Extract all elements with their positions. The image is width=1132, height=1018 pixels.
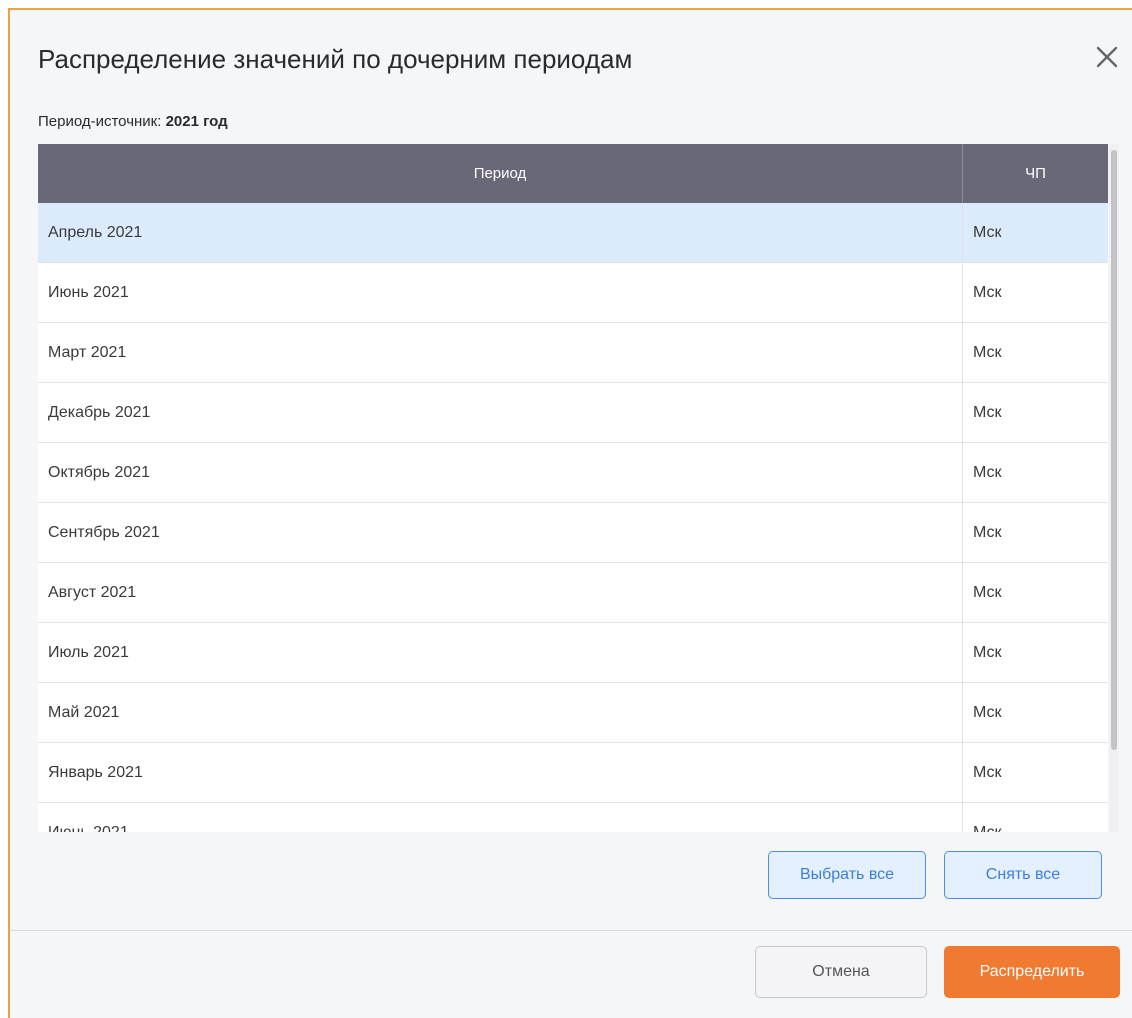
grid-header: Период ЧП [38, 144, 1108, 203]
table-row[interactable]: Апрель 2021 Мск [38, 203, 1108, 263]
distribute-button[interactable]: Распределить [944, 946, 1120, 998]
cancel-button[interactable]: Отмена [755, 946, 927, 998]
column-header-cp[interactable]: ЧП [963, 144, 1108, 203]
table-row[interactable]: Март 2021 Мск [38, 323, 1108, 383]
source-period: Период-источник: 2021 год [38, 113, 228, 130]
cell-cp: Мск [973, 583, 1002, 601]
cell-cp: Мск [973, 823, 1002, 833]
table-row[interactable]: Июнь 2021 Мск [38, 803, 1108, 832]
table-row[interactable]: Октябрь 2021 Мск [38, 443, 1108, 503]
cell-cp: Мск [973, 343, 1002, 361]
cell-period: Декабрь 2021 [38, 383, 963, 442]
footer-divider [10, 930, 1132, 931]
table-row[interactable]: Август 2021 Мск [38, 563, 1108, 623]
cell-period: Сентябрь 2021 [38, 503, 963, 562]
cell-period: Март 2021 [38, 323, 963, 382]
grid-body: Апрель 2021 Мск Июнь 2021 Мск Март 2021 Мск Де… [38, 203, 1108, 832]
column-header-period[interactable]: Период [38, 144, 963, 203]
cell-cp: Мск [973, 463, 1002, 481]
distribution-dialog: Распределение значений по дочерним перио… [8, 8, 1132, 1018]
cell-period: Октябрь 2021 [38, 443, 963, 502]
cell-cp: Мск [973, 703, 1002, 721]
clear-all-button[interactable]: Снять все [944, 851, 1102, 899]
cell-cp: Мск [973, 403, 1002, 421]
cell-period: Август 2021 [38, 563, 963, 622]
cell-period: Май 2021 [38, 683, 963, 742]
dialog-title: Распределение значений по дочерним перио… [38, 44, 633, 74]
cell-cp: Мск [973, 763, 1002, 781]
grid-scrollbar[interactable] [1109, 144, 1119, 832]
cell-period: Апрель 2021 [38, 203, 963, 262]
table-row[interactable]: Июнь 2021 Мск [38, 263, 1108, 323]
cell-period: Июль 2021 [38, 623, 963, 682]
cell-period: Январь 2021 [38, 743, 963, 802]
close-button[interactable] [1090, 40, 1124, 74]
cell-cp: Мск [973, 223, 1002, 241]
select-all-button[interactable]: Выбрать все [768, 851, 926, 899]
table-row[interactable]: Сентябрь 2021 Мск [38, 503, 1108, 563]
source-period-value: 2021 год [165, 113, 228, 130]
table-row[interactable]: Декабрь 2021 Мск [38, 383, 1108, 443]
cell-cp: Мск [973, 283, 1002, 301]
source-period-label: Период-источник: [38, 113, 162, 130]
table-row[interactable]: Январь 2021 Мск [38, 743, 1108, 803]
cell-period: Июнь 2021 [38, 263, 963, 322]
cell-period: Июнь 2021 [38, 803, 963, 832]
periods-grid: Период ЧП Апрель 2021 Мск Июнь 2021 Мск Март… [38, 144, 1108, 832]
cell-cp: Мск [973, 523, 1002, 541]
scrollbar-thumb[interactable] [1111, 150, 1117, 750]
close-icon [1096, 46, 1118, 68]
table-row[interactable]: Июль 2021 Мск [38, 623, 1108, 683]
cell-cp: Мск [973, 643, 1002, 661]
table-row[interactable]: Май 2021 Мск [38, 683, 1108, 743]
